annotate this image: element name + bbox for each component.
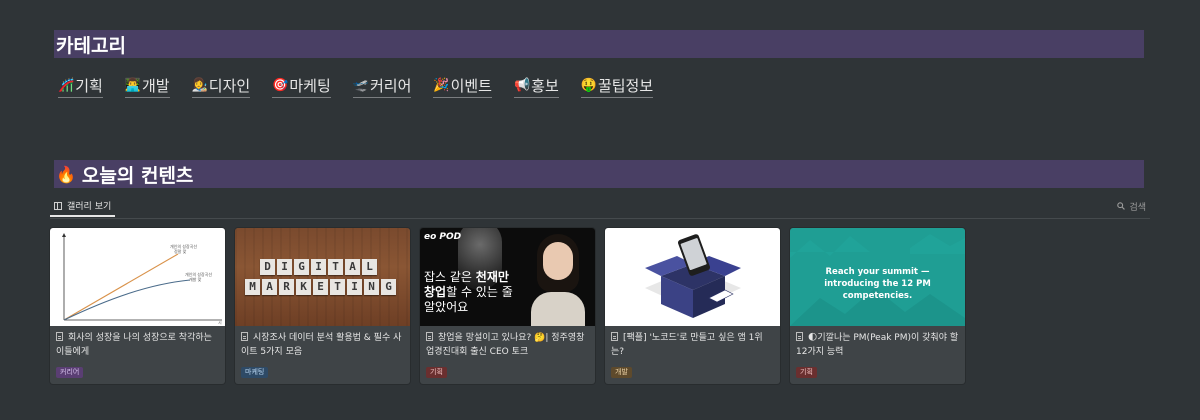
today-content-title: 오늘의 컨텐츠 bbox=[81, 164, 194, 187]
card-title: 🌓기깔나는 PM(Peak PM)이 갖춰야 할 12가지 능력 bbox=[796, 332, 959, 357]
fire-icon: 🔥 bbox=[56, 164, 76, 184]
target-icon: 🎯 bbox=[272, 78, 289, 93]
megaphone-icon: 📢 bbox=[513, 78, 531, 93]
category-label: 기획 bbox=[75, 77, 103, 95]
tab-gallery-view[interactable]: 갤러리 보기 bbox=[50, 196, 115, 217]
digital-tiles-row: DIGITAL bbox=[260, 259, 379, 275]
category-label: 디자인 bbox=[208, 77, 251, 95]
tag-career: 커리어 bbox=[56, 367, 84, 378]
category-label: 커리어 bbox=[369, 77, 412, 95]
card-thumbnail: DIGITAL MARKETING .tile{display:inline-b… bbox=[235, 228, 410, 326]
tab-label: 갤러리 보기 bbox=[67, 202, 112, 212]
person-right-figure bbox=[531, 234, 585, 326]
today-content-heading: 🔥 오늘의 컨텐츠 bbox=[54, 160, 1144, 188]
category-list: 🎢 기획 👨‍💻 개발 👩‍🎨 디자인 🎯 마케팅 🛫 커리어 🎉 이벤트 📢 … bbox=[58, 75, 675, 98]
gallery-card[interactable]: DIGITAL MARKETING .tile{display:inline-b… bbox=[235, 228, 410, 384]
category-link-tips[interactable]: 🤑 꿀팁정보 bbox=[580, 75, 654, 98]
marketing-tiles-row: MARKETING bbox=[245, 279, 398, 295]
page-icon bbox=[796, 332, 803, 341]
card-title: 시장조사 데이터 분석 활용법 & 필수 사이트 5가지 모음 bbox=[241, 332, 402, 357]
category-label: 꿀팁정보 bbox=[597, 77, 654, 95]
chart-axis-label: 시 bbox=[218, 320, 222, 325]
gallery: 개인의 성장곡선 정말 맞 개인의 성장곡선 개발 맞 시 회사의 성장을 나의 성… bbox=[50, 228, 975, 384]
tag-planning: 기획 bbox=[426, 367, 447, 378]
tag-marketing: 마케팅 bbox=[241, 367, 269, 378]
developer-icon: 👨‍💻 bbox=[124, 78, 141, 93]
categories-title: 카테고리 bbox=[56, 34, 126, 57]
page-icon bbox=[611, 332, 618, 341]
chart-note-1: 개인의 성장곡선 정말 맞 bbox=[170, 243, 197, 254]
gallery-card[interactable]: [팩플] '노코드'로 만들고 싶은 앱 1위는? 개발 bbox=[605, 228, 780, 384]
category-link-career[interactable]: 🛫 커리어 bbox=[352, 75, 412, 98]
gallery-icon bbox=[54, 201, 62, 210]
gallery-card[interactable]: 개인의 성장곡선 정말 맞 개인의 성장곡선 개발 맞 시 회사의 성장을 나의 성… bbox=[50, 228, 225, 384]
categories-heading: 카테고리 bbox=[54, 30, 1144, 58]
card-thumbnail bbox=[605, 228, 780, 326]
eopod-logo: eo POD bbox=[424, 232, 462, 242]
gallery-card[interactable]: Reach your summit — introducing the 12 P… bbox=[790, 228, 965, 384]
page-icon bbox=[241, 332, 248, 341]
category-link-design[interactable]: 👩‍🎨 디자인 bbox=[191, 75, 251, 98]
view-tabs: 갤러리 보기 검색 bbox=[50, 196, 1150, 219]
card-thumbnail: Reach your summit — introducing the 12 P… bbox=[790, 228, 965, 326]
thumbnail-caption: 잡스 같은 천재만 창업할 수 있는 줄 알았어요 bbox=[424, 270, 513, 314]
category-link-promotion[interactable]: 📢 홍보 bbox=[513, 75, 559, 98]
box-phone-illustration bbox=[645, 234, 741, 318]
category-label: 개발 bbox=[141, 77, 170, 95]
tag-planning: 기획 bbox=[796, 367, 817, 378]
category-label: 홍보 bbox=[531, 77, 559, 95]
page-icon bbox=[56, 332, 63, 341]
card-title: [팩플] '노코드'로 만들고 싶은 앱 1위는? bbox=[611, 332, 763, 357]
search-label: 검색 bbox=[1129, 202, 1146, 213]
money-face-icon: 🤑 bbox=[580, 78, 597, 93]
category-link-marketing[interactable]: 🎯 마케팅 bbox=[272, 75, 331, 98]
party-popper-icon: 🎉 bbox=[433, 78, 450, 93]
search-button[interactable]: 검색 bbox=[1117, 196, 1146, 216]
growth-chart-image: 개인의 성장곡선 정말 맞 개인의 성장곡선 개발 맞 시 bbox=[62, 233, 222, 325]
tag-dev: 개발 bbox=[611, 367, 632, 378]
card-thumbnail: eo POD 잡스 같은 천재만 창업할 수 있는 줄 알았어요 bbox=[420, 228, 595, 326]
category-label: 이벤트 bbox=[450, 77, 492, 95]
page-icon bbox=[426, 332, 433, 341]
category-link-dev[interactable]: 👨‍💻 개발 bbox=[124, 75, 170, 98]
gallery-card[interactable]: eo POD 잡스 같은 천재만 창업할 수 있는 줄 알았어요 창업을 망설이… bbox=[420, 228, 595, 384]
card-title: 회사의 성장을 나의 성장으로 착각하는 이들에게 bbox=[56, 332, 212, 357]
category-label: 마케팅 bbox=[289, 77, 331, 95]
chart-note-2: 개인의 성장곡선 개발 맞 bbox=[185, 271, 212, 282]
airplane-icon: 🛫 bbox=[352, 78, 369, 93]
thumbnail-caption: Reach your summit — introducing the 12 P… bbox=[824, 267, 931, 301]
search-icon bbox=[1117, 202, 1126, 210]
category-link-event[interactable]: 🎉 이벤트 bbox=[433, 75, 492, 98]
card-title: 창업을 망설이고 있나요? 🤔| 정주영창업경진대회 출신 CEO 토크 bbox=[426, 332, 585, 357]
category-link-planning[interactable]: 🎢 기획 bbox=[58, 75, 103, 98]
artist-icon: 👩‍🎨 bbox=[191, 78, 208, 93]
card-thumbnail: 개인의 성장곡선 정말 맞 개인의 성장곡선 개발 맞 시 bbox=[50, 228, 225, 326]
roller-coaster-icon: 🎢 bbox=[58, 78, 75, 93]
